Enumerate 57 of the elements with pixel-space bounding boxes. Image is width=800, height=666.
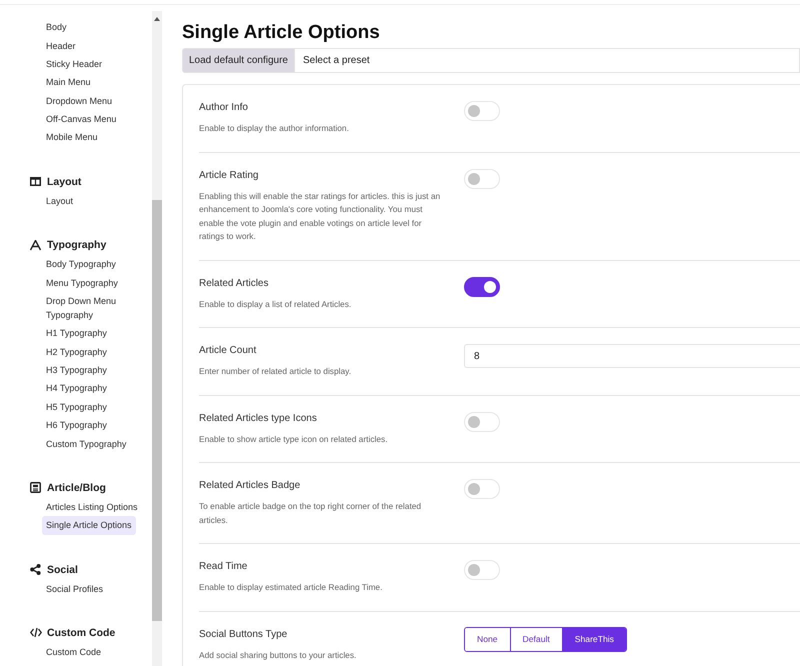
setting-description: Enable to display the author information. [199, 122, 350, 135]
sidebar-item[interactable]: Social Profiles [42, 580, 108, 598]
sidebar-item[interactable]: Menu Typography [42, 273, 122, 292]
number-field[interactable]: 8 [464, 344, 800, 368]
sidebar-item[interactable]: Dropdown Menu [42, 92, 116, 110]
sidebar-item[interactable]: Layout [42, 192, 78, 210]
preset-select[interactable]: Select a preset [294, 48, 800, 73]
setting-description: Enter number of related article to display. [199, 365, 352, 378]
sidebar-item[interactable]: Header [42, 36, 80, 55]
setting-label: Related Articles Badge [199, 479, 302, 493]
sidebar-item[interactable]: Body Typography [42, 255, 120, 274]
sidebar-item[interactable]: H5 Typography [42, 398, 111, 416]
load-default-button[interactable]: Load default configure [182, 48, 295, 73]
font-icon [30, 240, 42, 250]
setting-description: Add social sharing buttons to your articles. [199, 648, 358, 662]
sidebar-item[interactable]: Custom Code [42, 642, 106, 662]
setting-label: Author Info [199, 101, 249, 115]
sidebar-item[interactable]: H4 Typography [42, 379, 111, 398]
scrollbar[interactable] [152, 11, 162, 666]
setting-label: Related Articles type Icons [199, 412, 318, 426]
sidebar-item[interactable]: H3 Typography [42, 360, 111, 380]
sidebar-item[interactable]: H6 Typography [42, 416, 111, 434]
setting-description: Enable to display a list of related Articles. [199, 298, 352, 311]
sidebar-item[interactable]: Mobile Menu [42, 128, 102, 147]
setting-label: Social Buttons Type [199, 628, 288, 642]
sidebar-item[interactable]: Body [42, 18, 71, 36]
sidebar-item[interactable]: H1 Typography [42, 324, 111, 342]
newspaper-icon [30, 482, 42, 494]
setting-label: Article Rating [199, 168, 260, 182]
setting-description: Enable to display estimated article Reading Time. [199, 581, 384, 594]
toggle-switch[interactable] [464, 276, 500, 296]
setting-description: To enable article badge on the top right corner of the related articles. [199, 500, 422, 526]
sidebar-item[interactable]: Articles Listing Options [42, 498, 142, 516]
layout-icon [30, 176, 42, 188]
sidebar-item[interactable]: Off-Canvas Menu [42, 110, 120, 128]
sidebar-heading: Custom Code [47, 626, 116, 639]
sidebar-item[interactable]: Custom Typography [42, 434, 130, 453]
sidebar-heading: Layout [47, 176, 82, 188]
page-title: Single Article Options [182, 22, 381, 44]
sidebar-item[interactable]: Main Menu [42, 73, 95, 92]
code-icon [30, 627, 42, 638]
sidebar-heading: Typography [47, 239, 106, 251]
sidebar-item[interactable]: Drop Down Menu Typography [42, 292, 146, 324]
setting-label: Related Articles [199, 276, 270, 290]
setting-description: Enable to show article type icon on related articles. [199, 432, 389, 446]
scrollbar-thumb[interactable] [152, 200, 162, 621]
sidebar-item[interactable]: Single Article Options [42, 516, 136, 534]
share-icon [30, 564, 42, 575]
setting-label: Read Time [199, 560, 248, 574]
setting-label: Article Count [199, 344, 258, 358]
sidebar-item[interactable]: H2 Typography [42, 342, 111, 361]
setting-description: Enabling this will enable the star ratings for articles. this is just an enhancement to Joomla's core voting functionality. You must enable the vote plugin and enable votings on article level for ratings to work. [199, 190, 442, 243]
option-button[interactable]: ShareThis [562, 628, 626, 650]
sidebar-heading: Article/Blog [47, 482, 106, 494]
sidebar-item[interactable]: Sticky Header [42, 54, 106, 74]
sidebar-heading: Social [47, 564, 78, 576]
scroll-up-icon[interactable] [154, 17, 160, 21]
